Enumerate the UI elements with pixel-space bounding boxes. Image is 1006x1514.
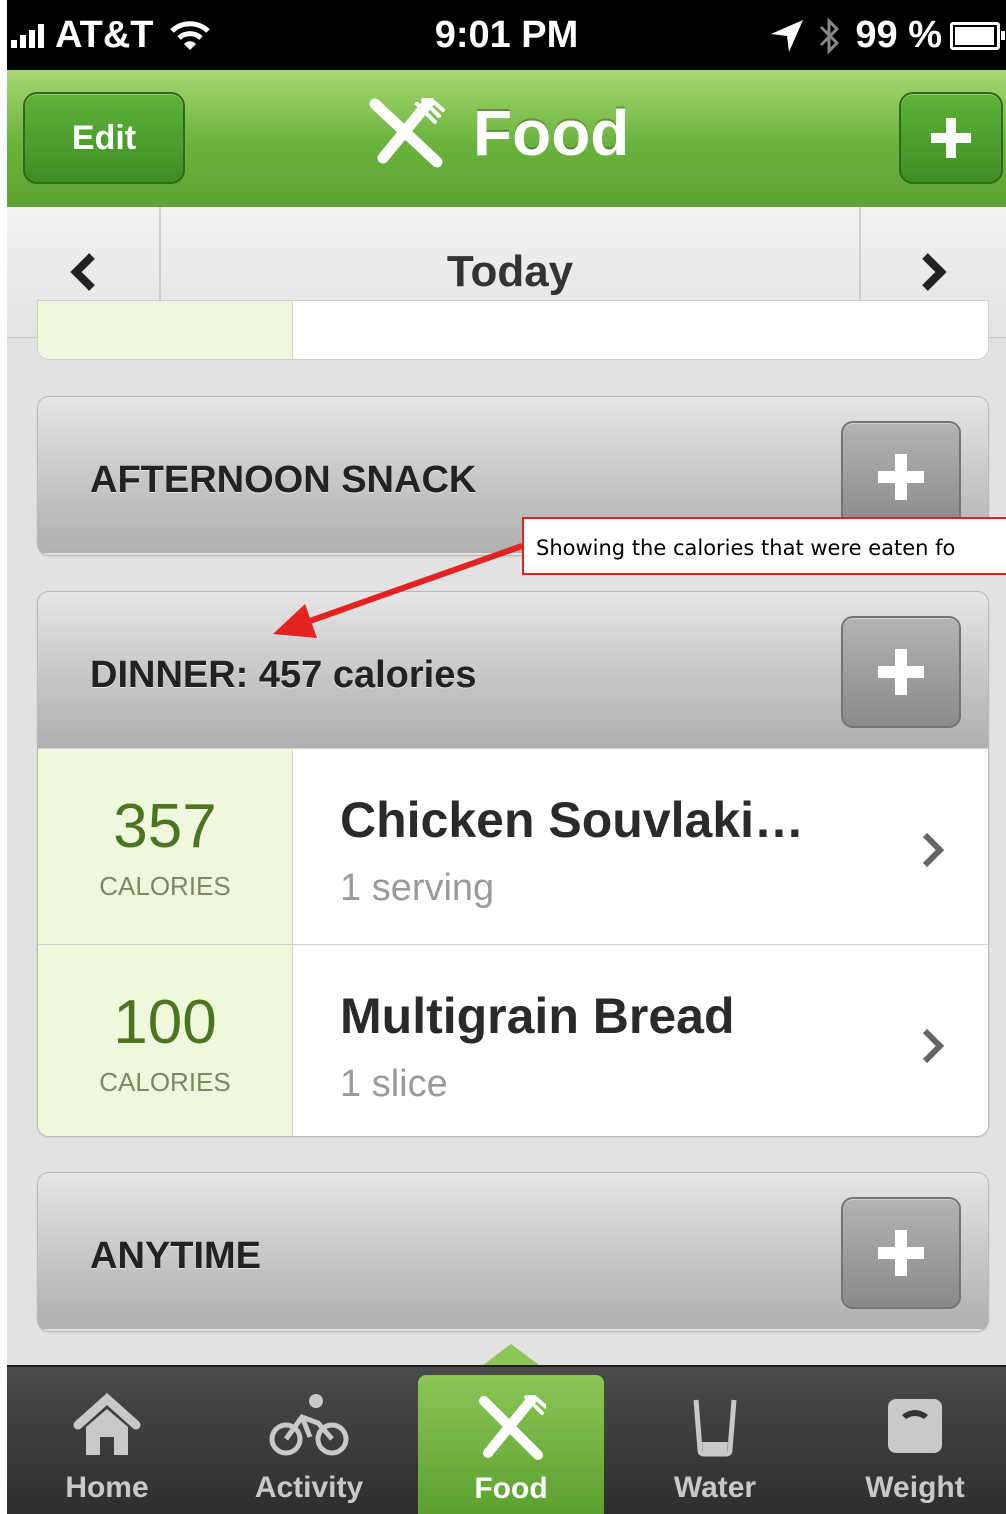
previous-food-card xyxy=(37,300,989,360)
annotation-callout: Showing the calories that were eaten fo xyxy=(522,517,1006,575)
location-arrow-icon xyxy=(771,19,804,52)
section-dinner: DINNER: 457 calories 357 CALORIES Chicke… xyxy=(37,591,989,1137)
plus-icon xyxy=(878,1230,924,1276)
food-name: Multigrain Bread xyxy=(340,988,735,1044)
fork-knife-icon xyxy=(369,98,445,168)
food-serving: 1 serving xyxy=(340,867,495,909)
plus-icon xyxy=(931,118,971,158)
calorie-unit: CALORIES xyxy=(99,871,231,901)
food-row[interactable]: 357 CALORIES Chicken Souvlaki… 1 serving xyxy=(38,748,988,944)
chevron-right-icon xyxy=(922,832,945,868)
calorie-unit: CALORIES xyxy=(99,1067,231,1097)
calorie-cell xyxy=(38,301,293,359)
add-anytime-button[interactable] xyxy=(841,1197,961,1309)
calorie-value: 357 xyxy=(113,792,217,861)
battery-percent: 99 % xyxy=(855,14,942,56)
add-dinner-button[interactable] xyxy=(841,616,961,728)
food-serving: 1 slice xyxy=(340,1063,448,1105)
edit-button[interactable]: Edit xyxy=(23,92,185,184)
section-title: DINNER: 457 calories xyxy=(90,654,477,696)
section-header: ANYTIME xyxy=(38,1173,988,1329)
status-right: 99 % xyxy=(769,14,1005,57)
scale-icon xyxy=(815,1389,1006,1463)
plus-icon xyxy=(878,649,924,695)
status-bar: AT&T 9:01 PM 99 % xyxy=(7,0,1006,70)
date-label[interactable]: Today xyxy=(161,247,859,297)
section-header: DINNER: 457 calories xyxy=(38,592,988,748)
section-title: ANYTIME xyxy=(90,1235,261,1277)
tab-activity[interactable]: Activity xyxy=(209,1367,409,1514)
tab-water[interactable]: Water xyxy=(615,1367,815,1514)
page-title-text: Food xyxy=(473,97,630,169)
tab-food[interactable]: Food xyxy=(418,1375,604,1514)
add-food-button[interactable] xyxy=(899,92,1003,184)
fork-knife-icon xyxy=(418,1391,604,1465)
tab-label: Weight xyxy=(865,1471,965,1504)
section-title: AFTERNOON SNACK xyxy=(90,459,477,501)
home-icon xyxy=(7,1389,207,1463)
tab-label: Home xyxy=(65,1471,149,1504)
food-name: Chicken Souvlaki… xyxy=(340,792,805,848)
chevron-right-icon xyxy=(922,1028,945,1064)
battery-icon xyxy=(950,21,1005,50)
tab-weight[interactable]: Weight xyxy=(815,1367,1006,1514)
tab-label: Food xyxy=(474,1472,548,1505)
tab-bar: Home Activity Food Water Weight xyxy=(7,1365,1006,1514)
nav-bar: Edit Food xyxy=(7,70,1006,209)
tab-home[interactable]: Home xyxy=(7,1367,207,1514)
cyclist-icon xyxy=(209,1389,409,1463)
food-row[interactable]: 100 CALORIES Multigrain Bread 1 slice xyxy=(38,944,988,1136)
chevron-right-icon xyxy=(921,253,947,291)
tab-label: Water xyxy=(673,1471,757,1504)
section-anytime: ANYTIME xyxy=(37,1172,989,1332)
phone-screen: AT&T 9:01 PM 99 % Edit Food Today AFTERN… xyxy=(7,0,1006,1514)
page-title: Food xyxy=(367,96,629,170)
chevron-left-icon xyxy=(70,253,95,291)
cup-icon xyxy=(615,1389,815,1463)
calorie-value: 100 xyxy=(113,988,217,1057)
tab-label: Activity xyxy=(254,1471,364,1504)
plus-icon xyxy=(878,454,924,500)
calorie-cell: 100 CALORIES xyxy=(38,945,293,1136)
bluetooth-icon xyxy=(820,16,840,55)
calorie-cell: 357 CALORIES xyxy=(38,749,293,944)
